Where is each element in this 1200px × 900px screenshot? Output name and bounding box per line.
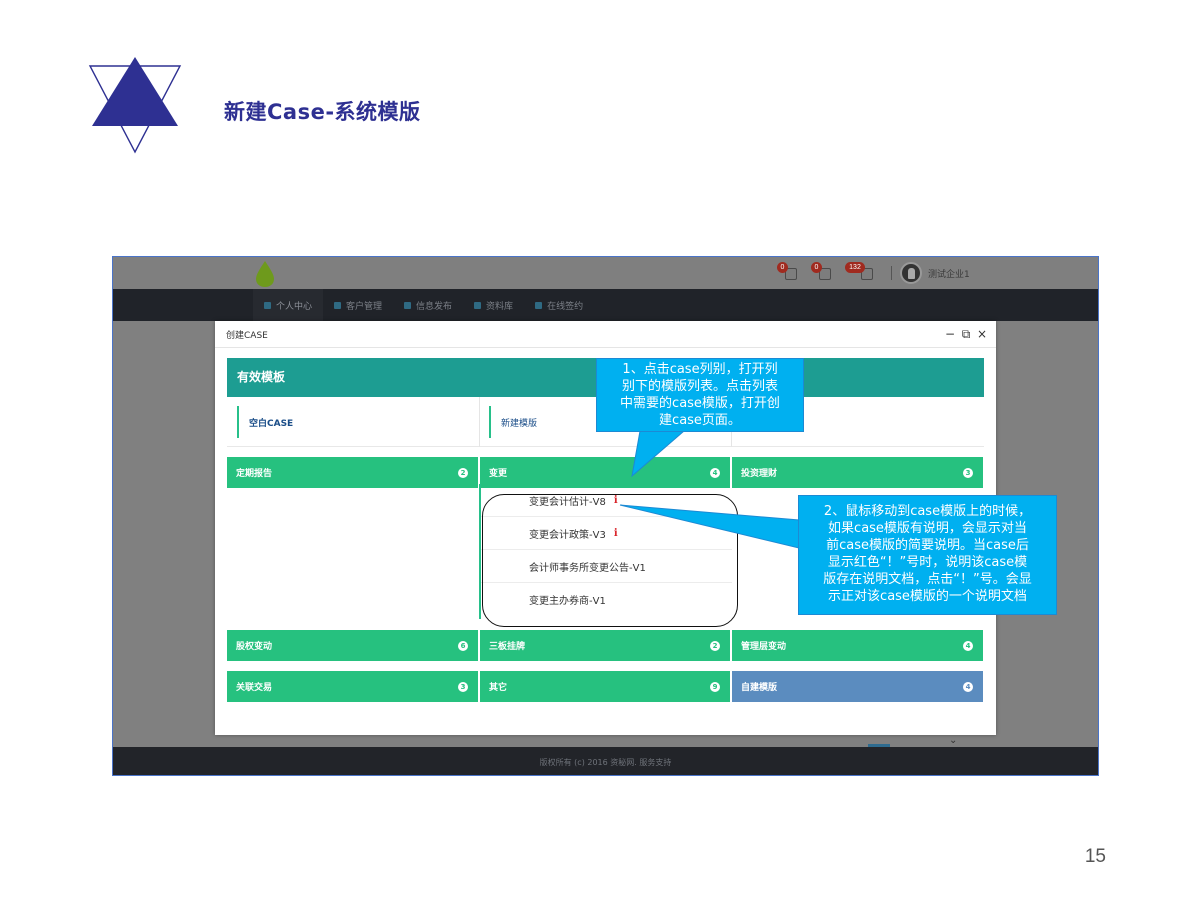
callout-line: 如果case模版有说明，会显示对当	[828, 521, 1027, 536]
calendar-icon[interactable]: 0	[811, 262, 833, 280]
bell-icon[interactable]: 0	[777, 262, 799, 280]
dialog-header: 创建CASE − ⧉ ×	[215, 321, 996, 348]
category-count-badge: 3	[963, 467, 973, 478]
highlight-oval	[482, 494, 738, 627]
app-footer: 版权所有 (c) 2016 资秘网. 服务支持	[113, 747, 1098, 775]
minimize-button[interactable]: −	[942, 324, 958, 344]
category-neeq-listing[interactable]: 三板挂牌 2	[480, 630, 730, 661]
category-count-badge: 4	[963, 681, 973, 692]
briefcase-icon	[535, 301, 543, 309]
category-investment[interactable]: 投资理财 3	[732, 457, 983, 488]
category-management-change[interactable]: 管理层变动 4	[732, 630, 983, 661]
document-icon	[404, 301, 412, 309]
category-equity-change[interactable]: 股权变动 6	[227, 630, 478, 661]
category-count-badge: 2	[458, 467, 468, 478]
callout-line: 建case页面。	[659, 413, 741, 428]
callout-line: 中需要的case模版，打开创	[620, 396, 780, 411]
category-count-badge: 3	[458, 681, 468, 692]
nav-label: 客户管理	[346, 301, 383, 312]
chat-icon	[334, 301, 342, 309]
callout-line: 2、鼠标移动到case模版上的时候，	[823, 504, 1032, 519]
tile-label: 空白CASE	[249, 418, 294, 429]
category-periodic-report[interactable]: 定期报告 2	[227, 457, 478, 488]
slide-title: 新建Case-系统模版	[224, 100, 421, 124]
topbar-divider	[891, 266, 892, 280]
category-label: 管理层变动	[741, 642, 787, 652]
triangle-logo-icon	[88, 57, 182, 154]
message-icon[interactable]: 132	[845, 262, 875, 280]
nav-label: 在线签约	[547, 301, 584, 312]
category-count-badge: 9	[710, 681, 720, 692]
close-button[interactable]: ×	[974, 324, 990, 344]
category-label: 股权变动	[236, 642, 273, 652]
step2-callout: 2、鼠标移动到case模版上的时候， 如果case模版有说明，会显示对当 前ca…	[798, 495, 1057, 615]
avatar[interactable]	[900, 262, 922, 284]
category-count-badge: 4	[963, 640, 973, 651]
category-label: 投资理财	[741, 469, 778, 479]
category-count-badge: 2	[710, 640, 720, 651]
category-related-transactions[interactable]: 关联交易 3	[227, 671, 478, 702]
chevron-down-icon[interactable]: ⌄	[949, 735, 957, 746]
callout-line: 版存在说明文档，点击“！”号。会显	[823, 572, 1032, 587]
user-icon	[264, 301, 271, 309]
callout-line: 别下的模版列表。点击列表	[621, 379, 778, 394]
category-label: 变更	[489, 469, 508, 479]
message-count-badge: 132	[845, 262, 865, 273]
callout-line: 1、点击case列别，打开列	[622, 362, 778, 377]
category-other[interactable]: 其它 9	[480, 671, 730, 702]
maximize-button[interactable]: ⧉	[958, 324, 974, 344]
leaf-logo-icon[interactable]	[255, 260, 275, 288]
category-count-badge: 4	[710, 467, 720, 478]
dialog-title: 创建CASE	[226, 331, 268, 341]
bell-count-badge: 0	[777, 262, 788, 273]
nav-item-info-publish[interactable]: 信息发布	[393, 289, 463, 321]
category-label: 定期报告	[236, 469, 273, 479]
app-topbar: 0 0 132 测试企业1	[113, 257, 1098, 289]
category-label: 三板挂牌	[489, 642, 526, 652]
nav-item-customer-management[interactable]: 客户管理	[323, 289, 393, 321]
blank-case-tile[interactable]: 空白CASE	[227, 397, 479, 447]
category-custom-templates[interactable]: 自建模版 4	[732, 671, 983, 702]
nav-item-online-signing[interactable]: 在线签约	[524, 289, 594, 321]
page-number: 15	[1084, 846, 1106, 867]
nav-label: 个人中心	[276, 301, 313, 312]
main-nav: 个人中心 客户管理 信息发布 资料库 在线签约	[113, 289, 1098, 321]
callout-line: 前case模版的简要说明。当case后	[826, 538, 1029, 553]
nav-item-database[interactable]: 资料库	[463, 289, 524, 321]
callout-line: 示正对该case模版的一个说明文档	[828, 589, 1027, 604]
nav-label: 资料库	[486, 301, 514, 312]
callout-line: 显示红色“！”号时，说明该case模	[827, 555, 1028, 570]
nav-item-personal-center[interactable]: 个人中心	[253, 289, 324, 321]
category-label: 自建模版	[741, 683, 778, 693]
nav-label: 信息发布	[416, 301, 453, 312]
copyright-text: 版权所有 (c) 2016 资秘网. 服务支持	[539, 757, 672, 767]
category-label: 关联交易	[236, 683, 273, 693]
calendar-count-badge: 0	[811, 262, 822, 273]
company-name[interactable]: 测试企业1	[928, 267, 970, 280]
category-count-badge: 6	[458, 640, 468, 651]
step1-callout: 1、点击case列别，打开列 别下的模版列表。点击列表 中需要的case模版，打…	[596, 358, 804, 432]
category-label: 其它	[489, 683, 508, 693]
database-icon	[474, 301, 482, 309]
tile-label: 新建模版	[501, 418, 538, 429]
